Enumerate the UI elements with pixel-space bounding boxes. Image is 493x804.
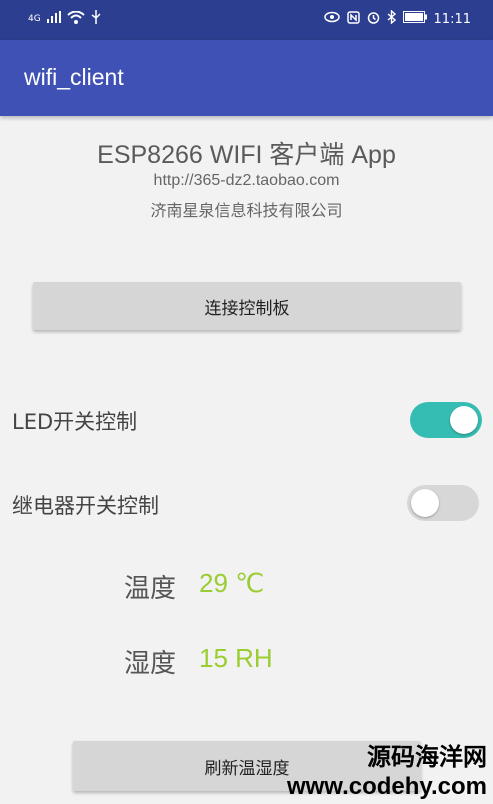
led-control-label: LED开关控制	[12, 410, 138, 434]
app-bar: wifi_client	[0, 40, 493, 116]
toggle-knob	[411, 489, 439, 517]
nfc-icon	[346, 10, 360, 28]
eye-icon	[323, 11, 340, 27]
alarm-icon	[367, 11, 380, 28]
humidity-value: 15 RH	[199, 643, 273, 673]
header-company: 济南星泉信息科技有限公司	[150, 201, 343, 220]
app-title: wifi_client	[24, 64, 124, 90]
humidity-label: 湿度	[124, 649, 177, 679]
network-type: 4G	[28, 14, 41, 24]
relay-toggle-switch[interactable]	[407, 485, 479, 521]
relay-control-label: 继电器开关控制	[12, 494, 159, 518]
watermark-line1: 源码海洋网	[367, 743, 487, 771]
temperature-label: 温度	[124, 574, 177, 604]
temperature-value: 29 ℃	[199, 568, 265, 598]
status-bar: 4G 11:11	[0, 0, 493, 40]
header-url: http://365-dz2.taobao.com	[153, 172, 340, 189]
connect-button[interactable]: 连接控制板	[33, 282, 461, 330]
header-title: ESP8266 WIFI 客户端 App	[97, 141, 396, 169]
status-time: 11:11	[433, 11, 471, 27]
watermark-line2: www.codehy.com	[286, 773, 487, 800]
toggle-knob	[450, 406, 478, 434]
signal-bars-icon	[46, 11, 61, 27]
watermark: 源码海洋网 www.codehy.com	[287, 742, 487, 802]
bluetooth-icon	[387, 9, 396, 28]
usb-icon	[91, 10, 101, 28]
led-toggle-switch[interactable]	[410, 402, 482, 438]
wifi-icon	[67, 10, 85, 28]
battery-icon	[402, 11, 427, 27]
